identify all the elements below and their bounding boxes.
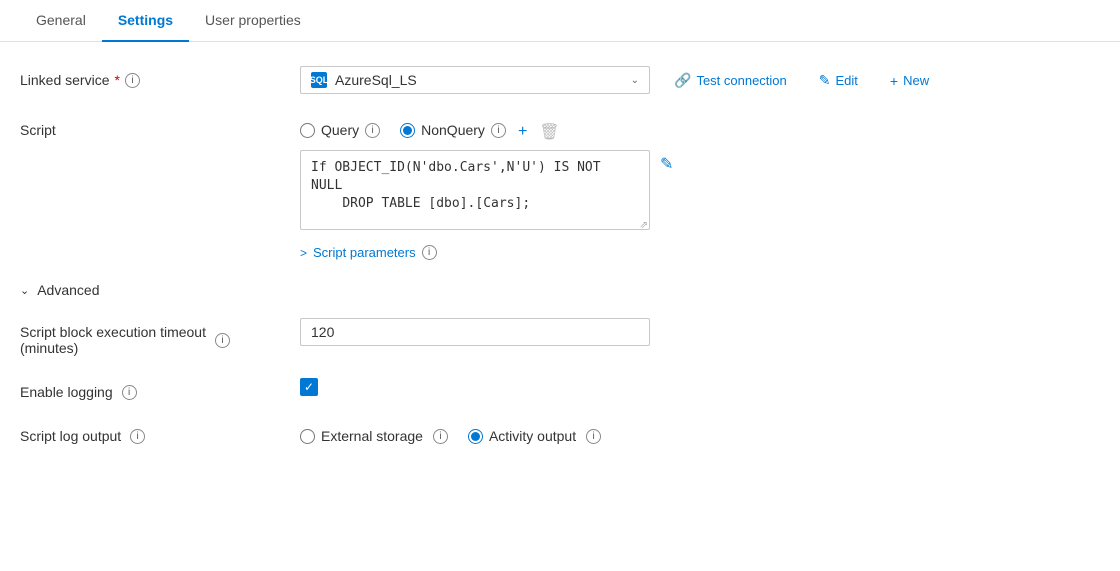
edit-button[interactable]: ✎ Edit — [819, 72, 858, 89]
test-connection-icon: 🔗 — [674, 72, 691, 89]
new-plus-icon: + — [890, 73, 898, 89]
tab-settings[interactable]: Settings — [102, 0, 189, 42]
linked-service-control: SQL AzureSql_LS ⌄ 🔗 Test connection ✎ Ed… — [300, 66, 1100, 94]
enable-logging-checkbox[interactable]: ✓ — [300, 378, 318, 396]
script-log-output-label: Script log output i — [20, 422, 300, 444]
enable-logging-control: ✓ — [300, 378, 1100, 396]
script-controls: Query i NonQuery i + 🗑 — [300, 116, 673, 260]
test-connection-button[interactable]: 🔗 Test connection — [674, 72, 787, 89]
tab-user-properties[interactable]: User properties — [189, 0, 317, 42]
external-storage-radio[interactable] — [300, 429, 315, 444]
advanced-toggle[interactable]: ⌄ Advanced — [20, 282, 1100, 298]
timeout-control — [300, 318, 1100, 346]
script-textarea[interactable]: If OBJECT_ID(N'dbo.Cars',N'U') IS NOT NU… — [300, 150, 650, 230]
linked-service-info-icon[interactable]: i — [125, 73, 140, 88]
external-storage-info-icon[interactable]: i — [433, 429, 448, 444]
delete-script-icon: 🗑 — [539, 122, 559, 142]
script-control: Query i NonQuery i + 🗑 — [300, 116, 1100, 260]
linked-service-label: Linked service * i — [20, 66, 300, 88]
tabs-bar: General Settings User properties — [0, 0, 1120, 42]
script-params-chevron-icon: > — [300, 246, 307, 260]
nonquery-info-icon[interactable]: i — [491, 123, 506, 138]
script-log-output-info-icon[interactable]: i — [130, 429, 145, 444]
linked-service-row: Linked service * i SQL AzureSql_LS ⌄ 🔗 T… — [20, 66, 1100, 94]
script-row: Script Query i NonQuery i — [20, 116, 1100, 260]
activity-output-radio[interactable] — [468, 429, 483, 444]
timeout-label: Script block execution timeout (minutes)… — [20, 318, 300, 356]
nonquery-radio-item[interactable]: NonQuery i — [400, 122, 506, 138]
activity-output-info-icon[interactable]: i — [586, 429, 601, 444]
db-icon: SQL — [311, 72, 327, 88]
linked-service-actions: 🔗 Test connection ✎ Edit + New — [674, 66, 929, 89]
add-script-icon[interactable]: + — [518, 123, 527, 141]
timeout-info-icon[interactable]: i — [215, 333, 230, 348]
query-info-icon[interactable]: i — [365, 123, 380, 138]
timeout-input[interactable] — [300, 318, 650, 346]
timeout-row: Script block execution timeout (minutes)… — [20, 318, 1100, 356]
enable-logging-label: Enable logging i — [20, 378, 300, 400]
script-log-output-row: Script log output i External storage i A… — [20, 422, 1100, 444]
linked-service-dropdown[interactable]: SQL AzureSql_LS ⌄ — [300, 66, 650, 94]
script-action-icons: + 🗑 — [518, 116, 560, 142]
enable-logging-info-icon[interactable]: i — [122, 385, 137, 400]
query-radio-item[interactable]: Query i — [300, 122, 380, 138]
script-label: Script — [20, 116, 300, 138]
script-type-radio-group: Query i NonQuery i — [300, 116, 506, 138]
new-button[interactable]: + New — [890, 73, 929, 89]
enable-logging-row: Enable logging i ✓ — [20, 378, 1100, 400]
script-log-output-control: External storage i Activity output i — [300, 422, 1100, 444]
checkmark-icon: ✓ — [304, 380, 314, 394]
dropdown-chevron-icon: ⌄ — [631, 75, 639, 86]
activity-output-radio-item[interactable]: Activity output i — [468, 428, 601, 444]
resize-handle-icon: ⇗ — [640, 220, 648, 231]
log-output-radio-group: External storage i Activity output i — [300, 422, 601, 444]
tab-general[interactable]: General — [20, 0, 102, 42]
external-storage-radio-item[interactable]: External storage i — [300, 428, 448, 444]
settings-content: Linked service * i SQL AzureSql_LS ⌄ 🔗 T… — [0, 42, 1120, 490]
script-edit-icon[interactable]: ✎ — [660, 150, 673, 174]
nonquery-radio[interactable] — [400, 123, 415, 138]
required-star: * — [115, 72, 120, 88]
query-radio[interactable] — [300, 123, 315, 138]
edit-pencil-icon: ✎ — [819, 72, 831, 89]
advanced-chevron-icon: ⌄ — [20, 284, 29, 297]
script-params-info-icon[interactable]: i — [422, 245, 437, 260]
script-textarea-wrapper: If OBJECT_ID(N'dbo.Cars',N'U') IS NOT NU… — [300, 150, 650, 233]
script-parameters-toggle[interactable]: > Script parameters i — [300, 245, 673, 260]
